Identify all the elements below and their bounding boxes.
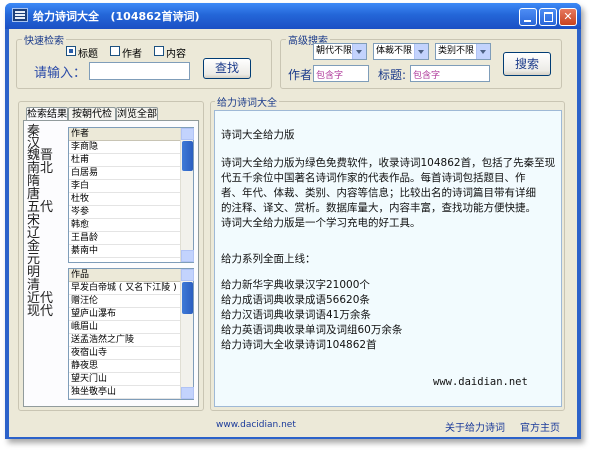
close-button[interactable]: ✕ [559,8,577,26]
series-line: 给力新华字典收录汉字21000个 [221,279,370,291]
list-item[interactable]: 杜甫 [69,154,180,167]
dynasty-column: 秦 汉 魏晋 南北 隋 唐 五代 宋 辽 金 元 明 清 近代 现代 [27,125,65,405]
content-paragraph-line: 的注释、译文、赏析。数据库量大，内容丰富，查找功能方便快捷。 [221,202,536,214]
list-item[interactable]: 韩愈 [69,219,180,232]
option-content-label: 内容 [166,49,186,60]
quick-search-label: 快速检索 [22,32,66,47]
works-list-header: 作品 [69,269,180,282]
list-item[interactable]: 赠汪伦 [69,295,180,308]
tab-search-results[interactable]: 检索结果 [26,107,68,121]
scroll-up-icon[interactable] [181,269,194,281]
series-title: 给力系列全面上线： [221,253,316,265]
content-paragraph-line: 代五千余位中国著名诗词作家的代表作品。每首诗词包括题目、作 [221,172,526,184]
list-item[interactable]: 李商隐 [69,141,180,154]
quick-search-input[interactable] [89,62,190,80]
chevron-down-icon [414,44,428,59]
content-panel: 诗词大全给力版 诗词大全给力版为绿色免费软件，收录诗词104862首，包括了先秦… [214,110,562,407]
option-title-label: 标题 [78,49,98,60]
maximize-button[interactable] [539,8,557,26]
input-label: 请输入： [34,66,87,81]
category-dropdown-value: 类别不限 [438,46,475,56]
option-title-checkbox[interactable] [66,46,76,56]
series-line: 给力汉语词典收录词语41万余条 [221,309,371,321]
search-button[interactable]: 搜索 [503,52,551,76]
find-button[interactable]: 查找 [203,58,251,79]
content-paragraph-line: 诗词大全给力版为绿色免费软件，收录诗词104862首，包括了先秦至现 [221,157,556,169]
list-item[interactable]: 李白 [69,180,180,193]
chevron-down-icon [352,44,366,59]
scroll-thumb[interactable] [182,141,193,171]
list-item[interactable]: 望庐山瀑布 [69,308,180,321]
option-author-checkbox[interactable] [110,46,120,56]
author-label: 作者: [288,68,317,82]
app-icon [12,8,28,22]
list-item[interactable]: 静夜思 [69,360,180,373]
title-input[interactable]: 包含字 [410,65,490,82]
option-content-checkbox[interactable] [154,46,164,56]
list-item[interactable]: 杜牧 [69,193,180,206]
scroll-thumb[interactable] [182,282,193,314]
dynasty-dropdown[interactable]: 朝代不限 [313,43,367,60]
tab-browse-all[interactable]: 浏览全部 [116,107,158,121]
option-author-label: 作者 [122,49,142,60]
list-item[interactable]: 王昌龄 [69,232,180,245]
list-item[interactable]: 望天门山 [69,373,180,386]
works-rows: 早发白帝城 ( 又名下江陵 ) 赠汪伦 望庐山瀑布 峨眉山 送孟浩然之广陵 夜宿… [69,282,180,399]
author-list-scrollbar[interactable] [180,128,194,262]
genre-dropdown[interactable]: 体裁不限 [373,43,429,60]
chevron-down-icon [476,44,490,59]
author-rows: 李商隐 杜甫 白居易 李白 杜牧 岑参 韩愈 王昌龄 綦南中 [69,141,180,262]
category-dropdown[interactable]: 类别不限 [435,43,491,60]
home-link[interactable]: 官方主页 [520,419,560,434]
list-item[interactable]: 綦南中 [69,245,180,258]
list-item[interactable]: 峨眉山 [69,321,180,334]
content-paragraph-line: 者、年代、体裁、类别、内容等信息；比较出名的诗词篇目带有详细 [221,187,536,199]
series-line: 给力诗词大全收录诗词104862首 [221,339,377,351]
dynasty-item[interactable]: 现代 [27,305,53,319]
works-list-scrollbar[interactable] [180,269,194,399]
scroll-down-icon[interactable] [181,387,194,399]
author-list-header: 作者 [69,128,180,141]
tab-by-dynasty[interactable]: 按朝代检索 [68,107,116,133]
window-title: 给力诗词大全 (104862首诗词) [33,10,200,23]
scroll-up-icon[interactable] [181,128,194,140]
minimize-button[interactable] [519,8,537,26]
works-list: 作品 早发白帝城 ( 又名下江陵 ) 赠汪伦 望庐山瀑布 峨眉山 送孟浩然之广陵… [68,268,194,400]
about-link[interactable]: 关于给力诗词 [445,419,505,434]
content-group-label: 给力诗词大全 [215,94,279,109]
scroll-down-icon[interactable] [181,250,194,262]
content-website: www.daidian.net [433,376,528,388]
list-item[interactable]: 夜宿山寺 [69,347,180,360]
content-paragraph-line: 诗词大全给力版是一个学习充电的好工具。 [221,217,421,229]
list-item[interactable]: 独坐敬亭山 [69,386,180,399]
list-item[interactable]: 送孟浩然之广陵 [69,334,180,347]
content-heading: 诗词大全给力版 [221,129,295,141]
series-line: 给力成语词典收录成语56620条 [221,294,370,306]
website-link[interactable]: www.dacidian.net [216,420,296,430]
list-item[interactable]: 白居易 [69,167,180,180]
close-icon: ✕ [563,10,573,23]
genre-dropdown-value: 体裁不限 [376,46,413,56]
minimize-icon [524,20,531,22]
title-label: 标题: [378,68,407,82]
author-list: 作者 李商隐 杜甫 白居易 李白 杜牧 岑参 韩愈 王昌龄 綦南中 [68,127,194,263]
author-input[interactable]: 包含字 [313,65,369,82]
list-item[interactable]: 早发白帝城 ( 又名下江陵 ) [69,282,180,295]
dynasty-dropdown-value: 朝代不限 [316,46,353,56]
maximize-icon [544,12,553,22]
series-line: 给力英语词典收录单词及词组60万余条 [221,324,403,336]
list-item[interactable]: 岑参 [69,206,180,219]
